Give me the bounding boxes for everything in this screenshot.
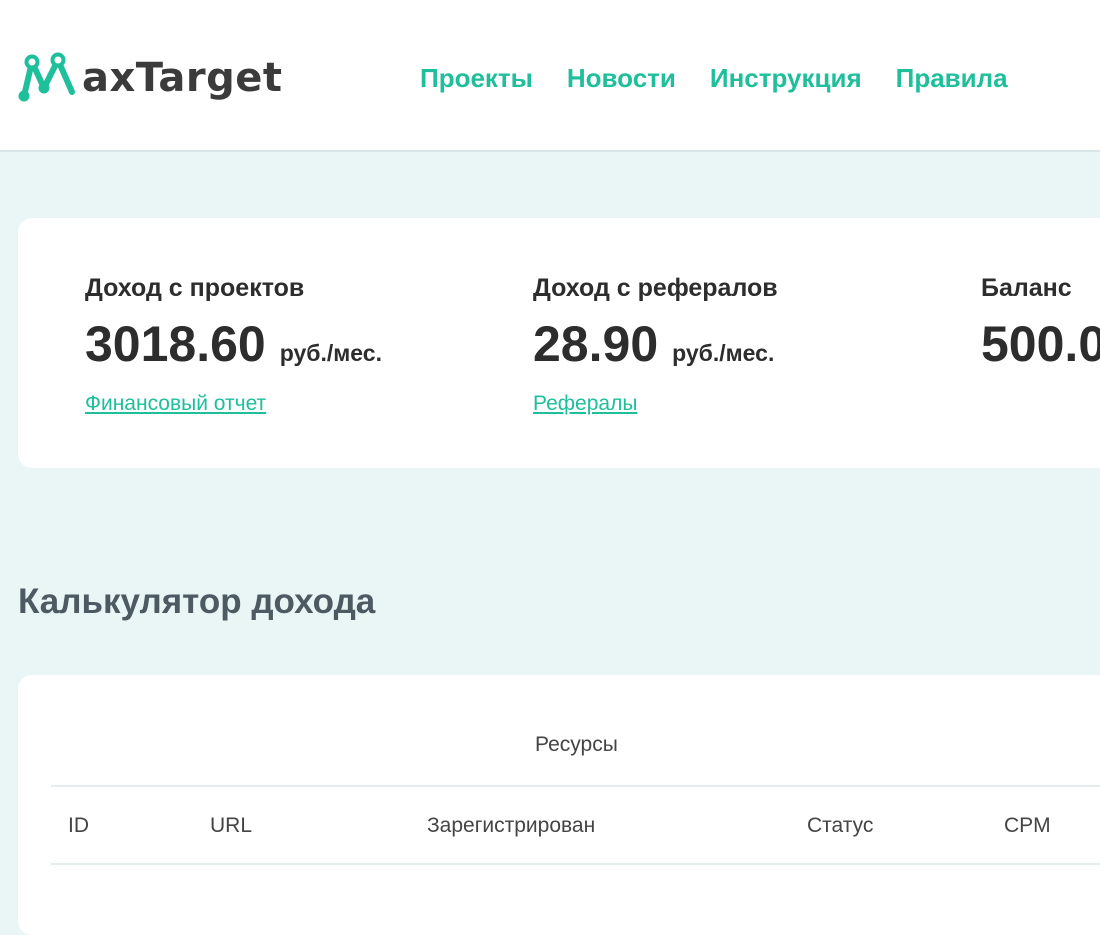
stat-value: 28.90 — [533, 316, 659, 372]
column-header-cpm[interactable]: CPM — [1004, 812, 1051, 840]
stat-value-row: 28.90 руб./мес. — [533, 314, 778, 374]
stat-project-income: Доход с проектов 3018.60 руб./мес. Финан… — [85, 272, 382, 418]
stat-value-row: 500.0 — [981, 314, 1100, 374]
calculator-title: Калькулятор дохода — [18, 582, 376, 621]
nav-item-instructions[interactable]: Инструкция — [710, 60, 862, 96]
stat-referral-income: Доход с рефералов 28.90 руб./мес. Рефера… — [533, 272, 778, 418]
stat-value: 3018.60 — [85, 316, 266, 372]
logo-m-icon — [18, 52, 75, 102]
referrals-link[interactable]: Рефералы — [533, 390, 637, 418]
stat-unit: руб./мес. — [672, 340, 775, 366]
main-nav: Проекты Новости Инструкция Правила — [420, 60, 1008, 96]
stat-label: Доход с проектов — [85, 274, 305, 302]
column-header-url[interactable]: URL — [210, 812, 252, 840]
table-divider — [51, 863, 1100, 865]
column-header-status[interactable]: Статус — [807, 812, 873, 840]
stat-value: 500.0 — [981, 316, 1100, 372]
resources-table: Ресурсы ID URL Зарегистрирован Статус CP… — [18, 675, 1100, 935]
nav-item-rules[interactable]: Правила — [896, 60, 1008, 96]
stat-unit: руб./мес. — [279, 340, 382, 366]
column-header-registered[interactable]: Зарегистрирован — [427, 812, 595, 840]
nav-item-news[interactable]: Новости — [567, 60, 676, 96]
nav-item-projects[interactable]: Проекты — [420, 60, 533, 96]
logo-text: axTarget — [82, 55, 283, 101]
financial-report-link[interactable]: Финансовый отчет — [85, 390, 266, 418]
header: axTarget Проекты Новости Инструкция Прав… — [0, 0, 1100, 152]
stat-label: Баланс — [981, 274, 1072, 302]
stat-value-row: 3018.60 руб./мес. — [85, 314, 382, 374]
logo[interactable]: axTarget — [18, 52, 283, 104]
table-caption-text: Ресурсы — [535, 733, 618, 756]
column-header-id[interactable]: ID — [68, 812, 89, 840]
stat-balance: Баланс 500.0 — [981, 272, 1100, 374]
table-divider — [51, 785, 1100, 787]
stat-label: Доход с рефералов — [533, 274, 778, 302]
stats-card: Доход с проектов 3018.60 руб./мес. Финан… — [18, 218, 1100, 468]
